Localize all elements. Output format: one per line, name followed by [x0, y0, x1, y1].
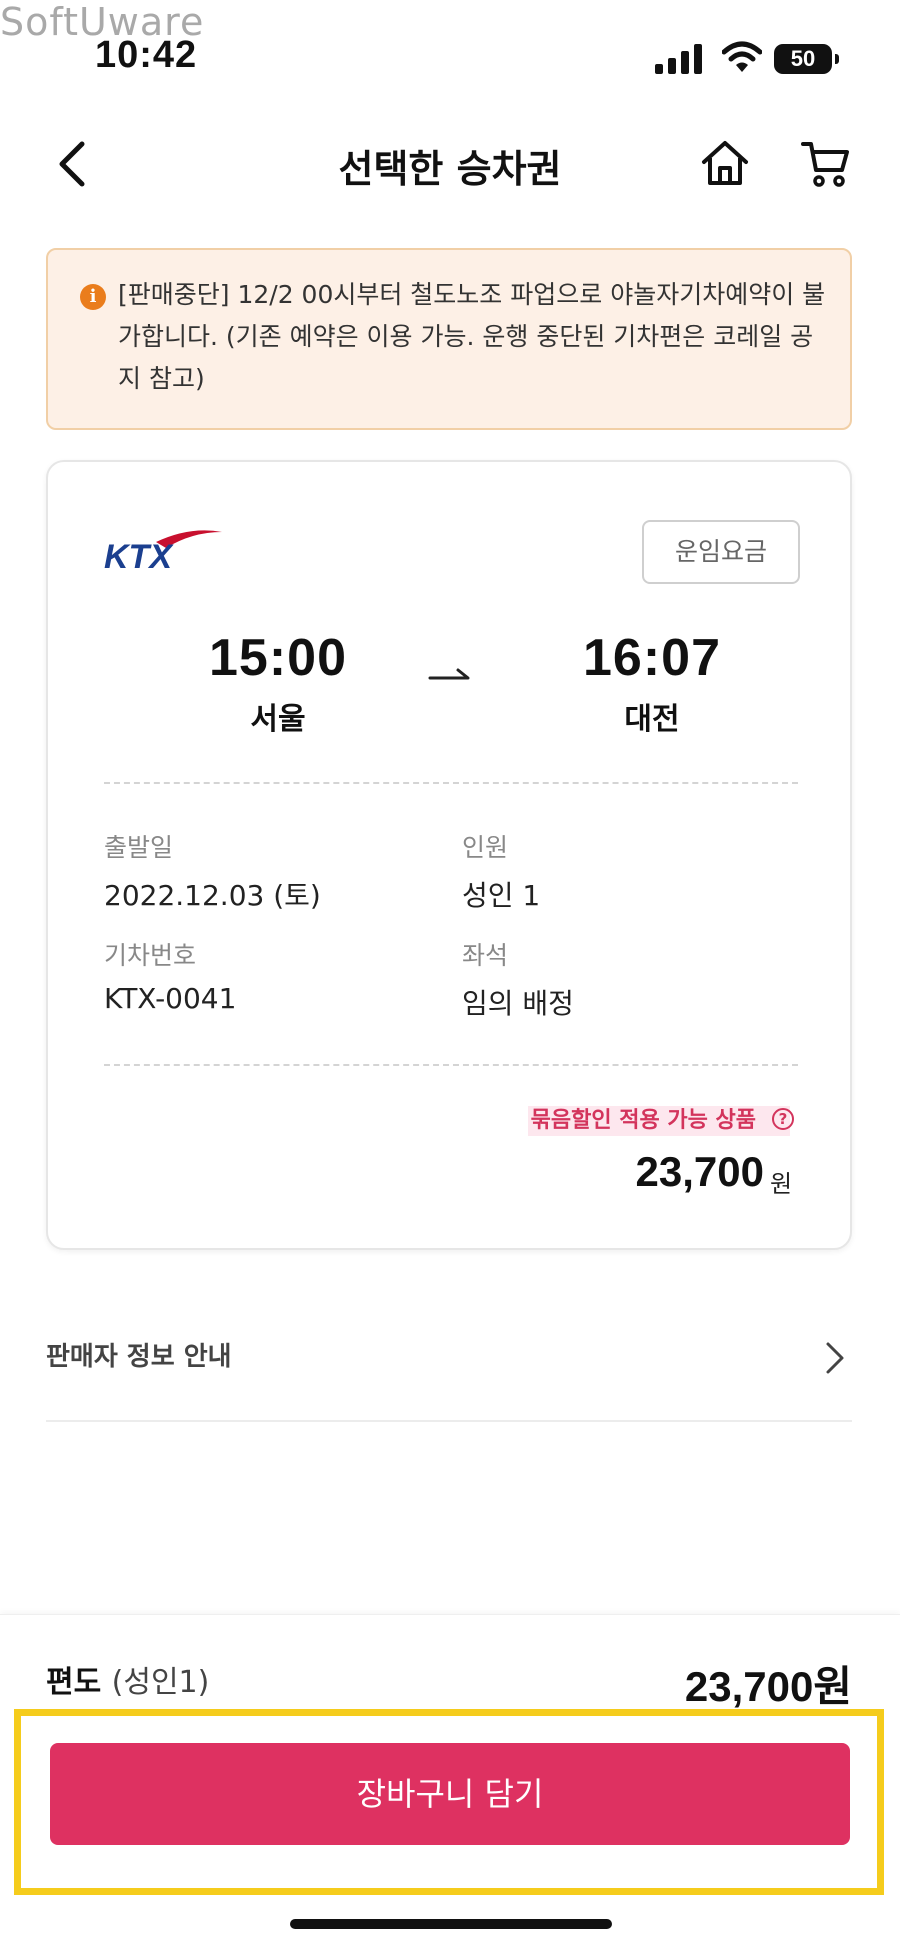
- chevron-right-icon[interactable]: [824, 1340, 846, 1376]
- total-price: 23,700원: [684, 1663, 852, 1710]
- dashed-divider: [104, 1064, 798, 1066]
- ktx-logo-text: KTX: [104, 538, 174, 572]
- seat-value: 임의 배정: [462, 987, 574, 1020]
- trip-passengers: (성인1): [111, 1665, 210, 1700]
- home-indicator: [290, 1919, 612, 1929]
- dashed-divider: [104, 782, 798, 784]
- arrival-time: 16:07: [583, 629, 721, 687]
- notice-banner: i [판매중단] 12/2 00시부터 철도노조 파업으로 야놀자기차예약이 불…: [46, 248, 852, 430]
- cart-icon[interactable]: [800, 138, 852, 190]
- divider: [46, 1420, 852, 1422]
- help-icon[interactable]: ?: [772, 1108, 794, 1130]
- passengers-value: 성인 1: [462, 879, 541, 912]
- arrival-station: 대전: [624, 702, 680, 737]
- trip-summary: 편도 (성인1): [46, 1657, 209, 1701]
- status-time: 10:42: [95, 34, 198, 76]
- ktx-logo: KTX: [104, 530, 222, 572]
- departure-station: 서울: [250, 702, 306, 737]
- departure-time: 15:00: [209, 629, 347, 687]
- info-icon: i: [80, 284, 106, 310]
- home-icon[interactable]: [700, 138, 750, 188]
- battery-icon: 50: [774, 44, 840, 74]
- price-unit: 원: [770, 1170, 793, 1198]
- bottom-bar: 편도 (성인1) 23,700원 장바구니 담기: [0, 1614, 900, 1949]
- battery-tip: [835, 54, 839, 64]
- add-to-cart-button[interactable]: 장바구니 담기: [50, 1743, 850, 1845]
- fare-button[interactable]: 운임요금: [642, 520, 800, 584]
- date-value: 2022.12.03 (토): [104, 879, 321, 912]
- notice-text: [판매중단] 12/2 00시부터 철도노조 파업으로 야놀자기차예약이 불가합…: [118, 280, 826, 393]
- seat-label: 좌석: [462, 941, 509, 970]
- passengers-label: 인원: [462, 833, 509, 862]
- seller-info-row[interactable]: 판매자 정보 안내: [46, 1336, 232, 1373]
- trip-type: 편도: [46, 1665, 102, 1700]
- arrow-icon: [428, 668, 470, 680]
- page-title: 선택한 승차권: [338, 147, 562, 191]
- cellular-signal-icon: [655, 44, 702, 74]
- bundle-discount-label: 묶음할인 적용 가능 상품: [528, 1106, 790, 1136]
- ticket-card: KTX 운임요금 15:00 서울 16:07 대전 출발일 2022.12.0…: [46, 460, 852, 1250]
- train-number-value: KTX-0041: [104, 982, 237, 1015]
- battery-level: 50: [774, 44, 832, 74]
- wifi-icon: [722, 41, 762, 72]
- ticket-price: 23,700: [635, 1148, 764, 1195]
- date-label: 출발일: [104, 833, 174, 862]
- train-number-label: 기차번호: [104, 941, 197, 970]
